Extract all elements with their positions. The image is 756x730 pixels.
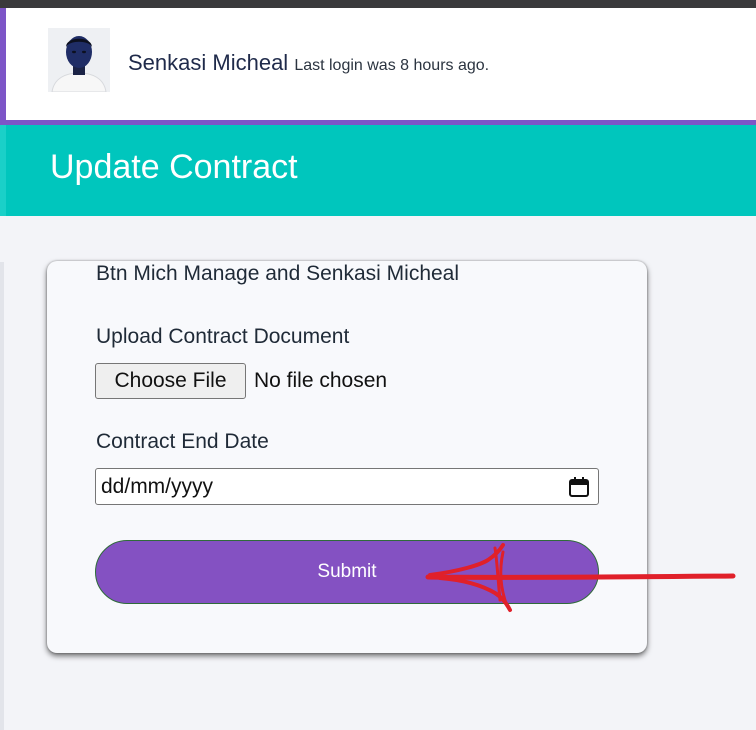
choose-file-button[interactable]: Choose File bbox=[95, 363, 246, 399]
user-photo bbox=[48, 28, 110, 92]
submit-button[interactable]: Submit bbox=[95, 540, 599, 604]
contract-form-card: Btn Mich Manage and Senkasi Micheal Uplo… bbox=[47, 261, 647, 653]
left-panel-edge bbox=[0, 262, 4, 730]
form-heading: Btn Mich Manage and Senkasi Micheal bbox=[96, 262, 460, 285]
end-date-label: Contract End Date bbox=[96, 430, 269, 453]
avatar bbox=[48, 28, 110, 92]
date-placeholder: dd/mm/yyyy bbox=[101, 475, 214, 498]
no-file-text: No file chosen bbox=[254, 369, 388, 392]
user-name: Senkasi Micheal bbox=[128, 50, 289, 75]
user-greeting: Senkasi Micheal Last login was 8 hours a… bbox=[128, 50, 489, 79]
end-date-input[interactable]: dd/mm/yyyy bbox=[95, 468, 599, 505]
top-dark-bar bbox=[0, 0, 756, 8]
calendar-icon[interactable] bbox=[568, 476, 590, 498]
page-title: Update Contract bbox=[50, 148, 298, 186]
upload-label: Upload Contract Document bbox=[96, 325, 350, 348]
last-login-text: Last login was 8 hours ago. bbox=[294, 57, 490, 74]
